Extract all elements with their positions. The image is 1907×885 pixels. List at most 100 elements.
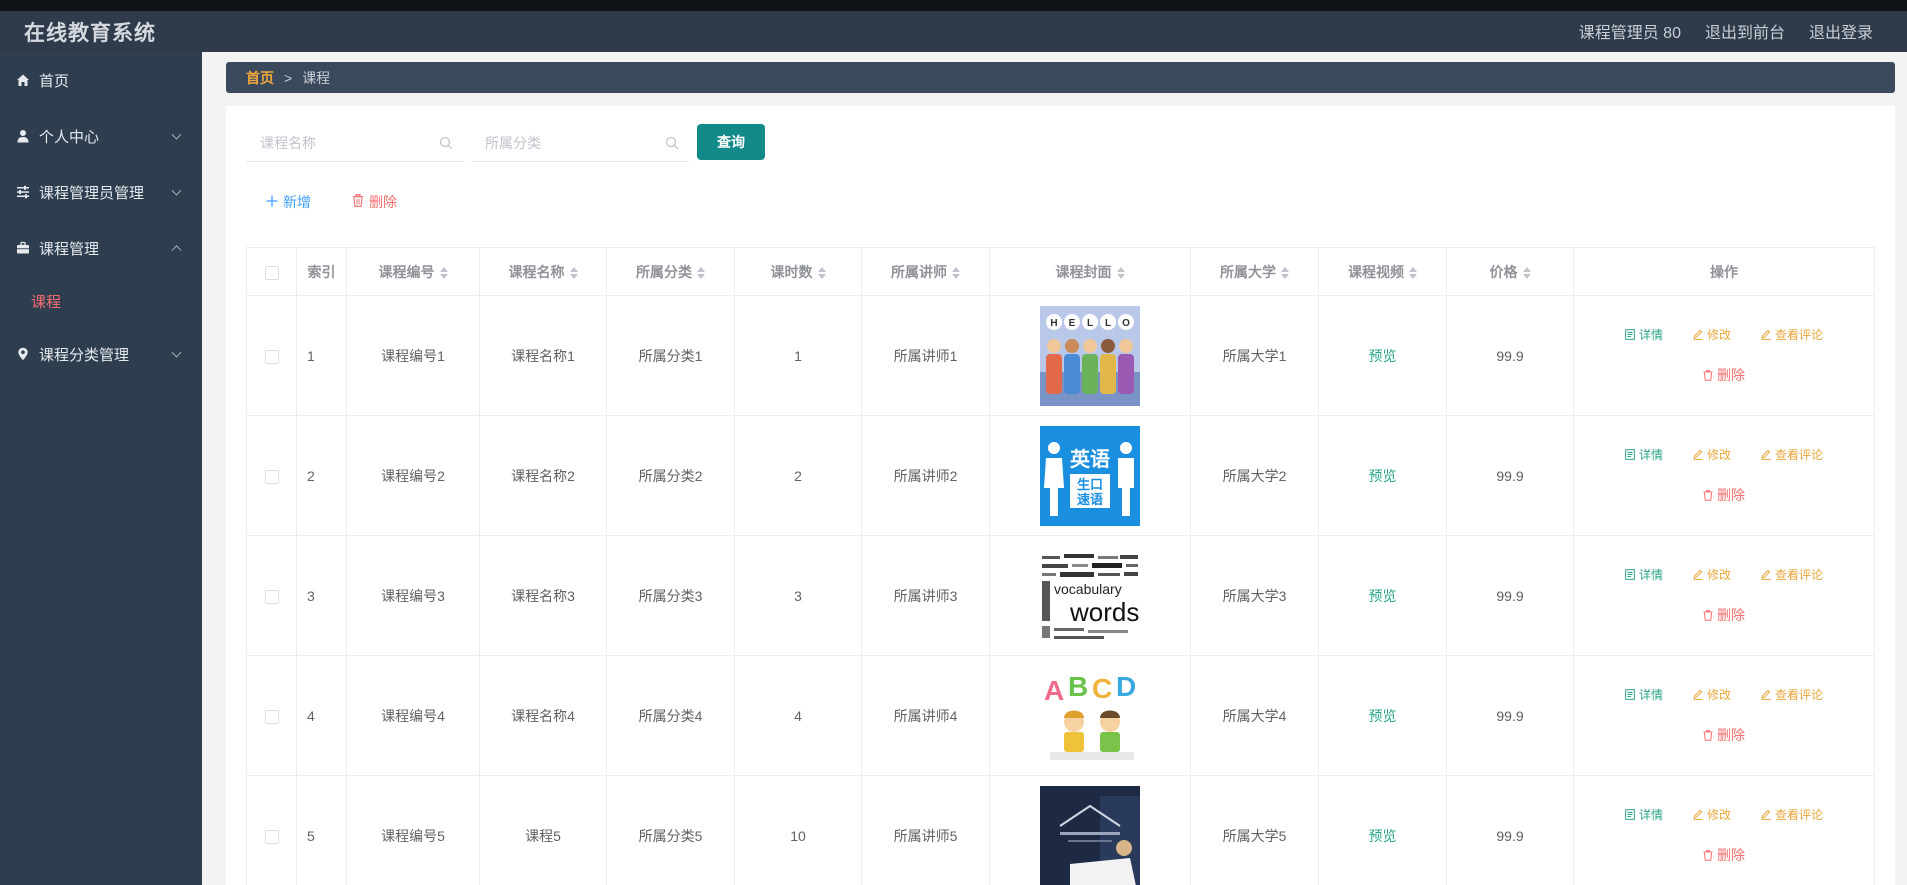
pencil-icon: [1761, 689, 1771, 700]
sort-icon[interactable]: [1522, 266, 1531, 279]
batch-delete-button[interactable]: 删除: [352, 192, 397, 212]
sidebar-item-profile[interactable]: 个人中心: [0, 108, 202, 164]
sort-icon[interactable]: [1116, 266, 1125, 279]
row-code: 课程编号5: [346, 775, 480, 885]
video-preview-link[interactable]: 预览: [1369, 348, 1397, 364]
plus-icon: [266, 194, 278, 210]
row-teacher: 所属讲师1: [861, 295, 990, 416]
view-comments-button[interactable]: 查看评论: [1761, 566, 1823, 583]
row-hours: 4: [734, 655, 862, 776]
cover-text: E: [1069, 318, 1076, 329]
query-button[interactable]: 查询: [697, 124, 765, 160]
row-hours: 10: [734, 775, 862, 885]
pencil-icon: [1693, 809, 1703, 820]
video-preview-link[interactable]: 预览: [1369, 588, 1397, 604]
detail-button[interactable]: 详情: [1625, 446, 1663, 463]
column-header-price[interactable]: 价格: [1446, 247, 1574, 296]
cover-text: words: [1069, 597, 1139, 627]
edit-button[interactable]: 修改: [1693, 446, 1731, 463]
add-button[interactable]: 新增: [266, 192, 311, 212]
detail-button[interactable]: 详情: [1625, 326, 1663, 343]
table-row: 2 课程编号2 课程名称2 所属分类2 2 所属讲师2 英语 生口 速语 所属大…: [246, 415, 1875, 536]
edit-button[interactable]: 修改: [1693, 686, 1731, 703]
column-header-index: 索引: [296, 247, 347, 296]
column-header-teacher[interactable]: 所属讲师: [861, 247, 990, 296]
sort-icon[interactable]: [1409, 266, 1417, 279]
select-all-checkbox[interactable]: [264, 265, 279, 280]
column-header-category[interactable]: 所属分类: [606, 247, 735, 296]
sidebar-item-home[interactable]: 首页: [0, 52, 202, 108]
row-name: 课程名称2: [479, 415, 607, 536]
column-header-name[interactable]: 课程名称: [479, 247, 607, 296]
row-checkbox[interactable]: [264, 349, 279, 364]
sort-icon[interactable]: [952, 266, 960, 279]
column-header-university[interactable]: 所属大学: [1190, 247, 1319, 296]
row-index: 5: [296, 775, 347, 885]
breadcrumb: 首页 > 课程: [226, 62, 1895, 93]
detail-button[interactable]: 详情: [1625, 566, 1663, 583]
sidebar-item-label: 课程分类管理: [39, 346, 130, 364]
logout-link[interactable]: 退出登录: [1809, 19, 1873, 43]
sidebar-item-course-management[interactable]: 课程管理: [0, 220, 202, 276]
sort-icon[interactable]: [1281, 266, 1289, 279]
course-name-input[interactable]: [246, 126, 463, 160]
view-comments-button[interactable]: 查看评论: [1761, 806, 1823, 823]
detail-button[interactable]: 详情: [1625, 686, 1663, 703]
sort-icon[interactable]: [697, 266, 705, 279]
trash-icon: [1703, 489, 1713, 501]
view-comments-button[interactable]: 查看评论: [1761, 686, 1823, 703]
delete-button[interactable]: 删除: [1703, 845, 1745, 865]
pencil-icon: [1761, 329, 1771, 340]
exit-to-front-link[interactable]: 退出到前台: [1705, 19, 1785, 43]
row-checkbox[interactable]: [264, 829, 279, 844]
row-checkbox[interactable]: [264, 709, 279, 724]
row-teacher: 所属讲师4: [861, 655, 990, 776]
delete-button[interactable]: 删除: [1703, 485, 1745, 505]
view-comments-button[interactable]: 查看评论: [1761, 446, 1823, 463]
delete-button[interactable]: 删除: [1703, 605, 1745, 625]
course-cover-image[interactable]: [1040, 785, 1140, 885]
row-checkbox[interactable]: [264, 589, 279, 604]
column-header-code[interactable]: 课程编号: [346, 247, 480, 296]
current-user[interactable]: 课程管理员 80: [1579, 19, 1681, 43]
course-name-search: [246, 126, 463, 162]
delete-button[interactable]: 删除: [1703, 365, 1745, 385]
sidebar-item-label: 课程管理: [39, 240, 100, 258]
course-cover-image[interactable]: A B C D: [1040, 665, 1140, 766]
trash-icon: [1703, 849, 1713, 861]
sort-icon[interactable]: [439, 266, 448, 279]
sidebar-subitem-course[interactable]: 课程: [0, 276, 202, 326]
course-cover-image[interactable]: 英语 生口 速语: [1040, 425, 1140, 526]
top-right-menu: 课程管理员 80 退出到前台 退出登录: [1579, 19, 1873, 43]
row-name: 课程5: [479, 775, 607, 885]
column-header-cover[interactable]: 课程封面: [989, 247, 1191, 296]
category-input[interactable]: [471, 126, 689, 160]
trash-icon: [1703, 729, 1713, 741]
location-icon: [16, 347, 30, 361]
sidebar-item-category-management[interactable]: 课程分类管理: [0, 326, 202, 382]
column-header-hours[interactable]: 课时数: [734, 247, 862, 296]
video-preview-link[interactable]: 预览: [1369, 708, 1397, 724]
cover-text: L: [1105, 318, 1111, 329]
sort-icon[interactable]: [569, 266, 578, 279]
edit-button[interactable]: 修改: [1693, 326, 1731, 343]
add-button-label: 新增: [283, 194, 311, 210]
breadcrumb-home[interactable]: 首页: [246, 68, 274, 88]
cover-text: H: [1050, 318, 1057, 329]
breadcrumb-current: 课程: [302, 69, 331, 86]
content-panel: 查询 新增 删除 索引 课程编号 课程名称 所属分: [226, 106, 1895, 885]
course-cover-image[interactable]: vocabulary words: [1040, 545, 1140, 646]
video-preview-link[interactable]: 预览: [1369, 468, 1397, 484]
edit-button[interactable]: 修改: [1693, 566, 1731, 583]
course-cover-image[interactable]: H E L L O: [1040, 305, 1140, 406]
column-header-video[interactable]: 课程视频: [1318, 247, 1447, 296]
delete-button[interactable]: 删除: [1703, 725, 1745, 745]
view-comments-button[interactable]: 查看评论: [1761, 326, 1823, 343]
sort-icon[interactable]: [817, 266, 826, 279]
trash-icon: [1703, 369, 1713, 381]
video-preview-link[interactable]: 预览: [1369, 828, 1397, 844]
row-checkbox[interactable]: [264, 469, 279, 484]
detail-button[interactable]: 详情: [1625, 806, 1663, 823]
edit-button[interactable]: 修改: [1693, 806, 1731, 823]
sidebar-item-admin-management[interactable]: 课程管理员管理: [0, 164, 202, 220]
